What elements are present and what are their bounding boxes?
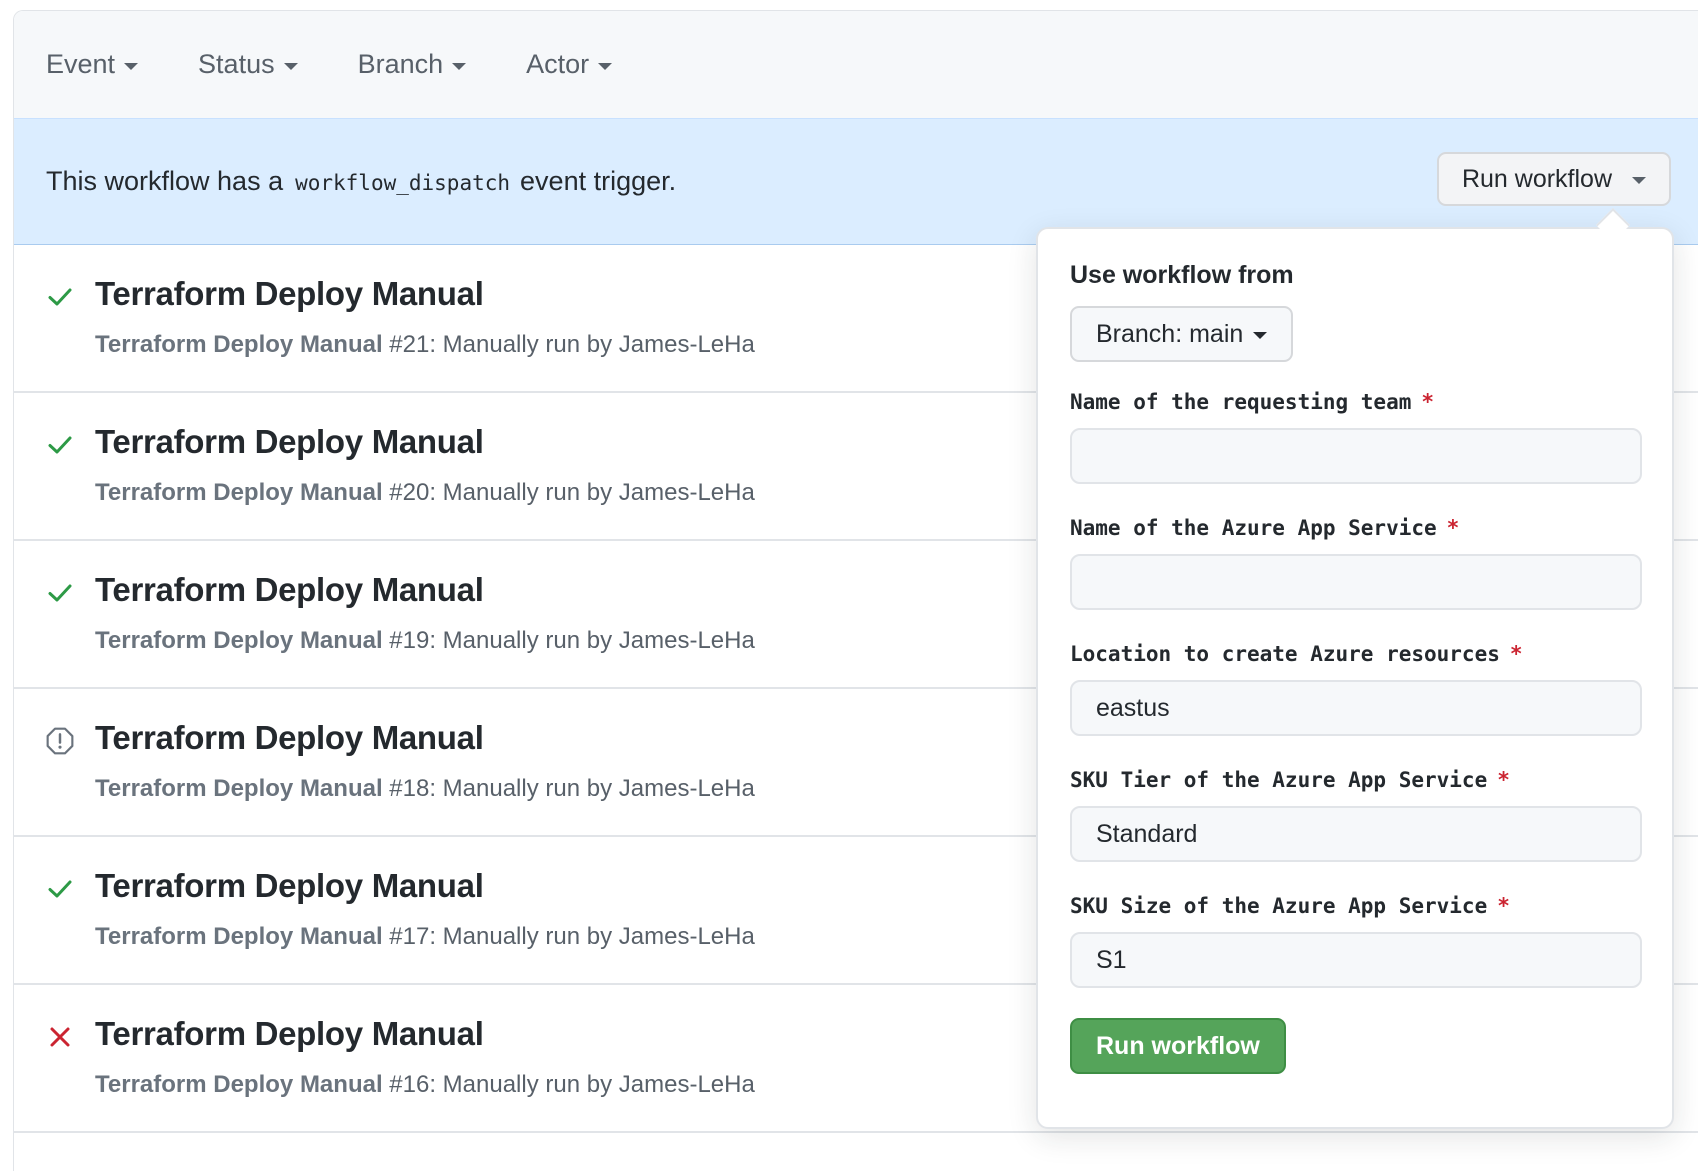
filter-actor[interactable]: Actor (526, 49, 613, 80)
filter-event-label: Event (46, 49, 116, 79)
run-subtitle: Terraform Deploy Manual #21: Manually ru… (95, 331, 755, 359)
filter-actor-label: Actor (526, 49, 590, 79)
run-detail: #18: Manually run by James-LeHa (389, 775, 755, 802)
field-label-text: SKU Tier of the Azure App Service (1070, 768, 1488, 792)
run-workflow-name: Terraform Deploy Manual (95, 775, 383, 802)
run-workflow-dropdown-button[interactable]: Run workflow (1437, 152, 1671, 206)
field-label-app-service-name: Name of the Azure App Service * (1070, 512, 1640, 544)
caret-down-icon (1253, 332, 1268, 339)
required-asterisk: * (1446, 516, 1460, 540)
caret-down-icon (1632, 177, 1647, 184)
branch-select-button[interactable]: Branch: main (1070, 306, 1294, 362)
required-asterisk: * (1509, 642, 1523, 666)
run-workflow-dropdown-label: Run workflow (1461, 164, 1613, 193)
check-icon (46, 579, 74, 607)
field-label-text: Name of the Azure App Service (1070, 516, 1437, 540)
run-subtitle: Terraform Deploy Manual #20: Manually ru… (95, 479, 755, 507)
run-title[interactable]: Terraform Deploy Manual (95, 275, 484, 313)
run-title[interactable]: Terraform Deploy Manual (95, 423, 484, 461)
run-detail: #20: Manually run by James-LeHa (389, 479, 755, 506)
run-title[interactable]: Terraform Deploy Manual (95, 719, 484, 757)
check-icon (46, 875, 74, 903)
run-workflow-submit-button[interactable]: Run workflow (1070, 1018, 1286, 1074)
field-label-text: Location to create Azure resources (1070, 642, 1500, 666)
run-detail: #17: Manually run by James-LeHa (389, 923, 755, 950)
banner-text-before: This workflow has a (46, 166, 284, 196)
field-label-team: Name of the requesting team * (1070, 386, 1640, 418)
filter-event[interactable]: Event (46, 49, 139, 80)
popover-heading: Use workflow from (1070, 261, 1294, 289)
run-title[interactable]: Terraform Deploy Manual (95, 571, 484, 609)
banner-code: workflow_dispatch (295, 171, 511, 195)
required-asterisk: * (1421, 390, 1435, 414)
required-asterisk: * (1497, 894, 1510, 918)
run-workflow-name: Terraform Deploy Manual (95, 627, 383, 654)
filter-bar: Event Status Branch Actor (14, 11, 1698, 119)
field-label-text: Name of the requesting team (1070, 390, 1412, 414)
run-title[interactable]: Terraform Deploy Manual (95, 867, 484, 905)
location-input[interactable] (1070, 680, 1642, 736)
check-icon (46, 431, 74, 459)
field-label-sku-size: SKU Size of the Azure App Service * (1070, 890, 1640, 922)
stop-octagon-icon (46, 727, 74, 755)
run-workflow-name: Terraform Deploy Manual (95, 923, 383, 950)
sku-size-input[interactable] (1070, 932, 1642, 988)
run-detail: #21: Manually run by James-LeHa (389, 331, 755, 358)
run-workflow-name: Terraform Deploy Manual (95, 1071, 383, 1098)
run-detail: #16: Manually run by James-LeHa (389, 1071, 755, 1098)
caret-down-icon (124, 62, 139, 70)
caret-down-icon (283, 62, 298, 70)
field-label-text: SKU Size of the Azure App Service (1070, 894, 1488, 918)
app-service-name-input[interactable] (1070, 554, 1642, 610)
x-icon (46, 1023, 74, 1051)
required-asterisk: * (1497, 768, 1510, 792)
sku-tier-input[interactable] (1070, 806, 1642, 862)
branch-select-label: Branch: main (1096, 319, 1244, 348)
banner-text: This workflow has a workflow_dispatch even… (46, 166, 676, 197)
run-subtitle: Terraform Deploy Manual #16: Manually ru… (95, 1071, 755, 1099)
run-subtitle: Terraform Deploy Manual #19: Manually ru… (95, 627, 755, 655)
check-icon (46, 283, 74, 311)
filter-branch[interactable]: Branch (358, 49, 467, 80)
filter-branch-label: Branch (357, 49, 444, 79)
run-subtitle: Terraform Deploy Manual #18: Manually ru… (95, 775, 755, 803)
caret-down-icon (452, 62, 467, 70)
requesting-team-input[interactable] (1070, 428, 1642, 484)
banner-text-after: event trigger. (520, 166, 677, 196)
run-subtitle: Terraform Deploy Manual #17: Manually ru… (95, 923, 755, 951)
run-workflow-popover: Use workflow from Branch: main Name of t… (1036, 227, 1674, 1129)
run-workflow-name: Terraform Deploy Manual (95, 331, 383, 358)
filter-status[interactable]: Status (198, 49, 298, 80)
field-label-sku-tier: SKU Tier of the Azure App Service * (1070, 764, 1640, 796)
filter-status-label: Status (198, 49, 275, 79)
caret-down-icon (598, 62, 613, 70)
run-title[interactable]: Terraform Deploy Manual (95, 1015, 484, 1053)
run-workflow-name: Terraform Deploy Manual (95, 479, 383, 506)
run-detail: #19: Manually run by James-LeHa (389, 627, 755, 654)
field-label-location: Location to create Azure resources * (1070, 638, 1640, 670)
